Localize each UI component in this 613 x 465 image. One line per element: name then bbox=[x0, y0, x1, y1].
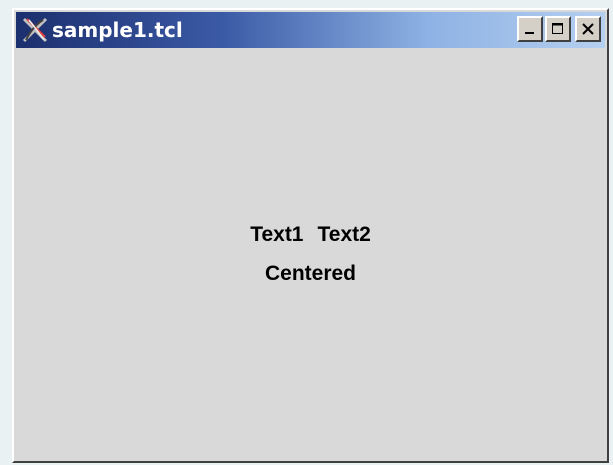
minimize-icon bbox=[525, 32, 534, 34]
app-window: sample1.tcl Text1 Text2 Centered bbox=[12, 8, 609, 463]
text1-label: Text1 bbox=[250, 223, 304, 246]
label-row-top: Text1 Text2 bbox=[16, 223, 605, 247]
centered-label: Centered bbox=[264, 262, 357, 285]
maximize-button[interactable] bbox=[545, 16, 571, 42]
text2-label: Text2 bbox=[317, 223, 371, 246]
window-controls bbox=[517, 16, 601, 42]
tk-feather-icon[interactable] bbox=[20, 15, 50, 45]
title-bar[interactable]: sample1.tcl bbox=[16, 12, 605, 48]
window-content: Text1 Text2 Centered bbox=[16, 50, 605, 459]
close-icon bbox=[582, 23, 594, 35]
label-row-bottom: Centered bbox=[16, 262, 605, 286]
window-title: sample1.tcl bbox=[52, 18, 183, 42]
maximize-icon bbox=[552, 23, 563, 34]
minimize-button[interactable] bbox=[517, 16, 543, 42]
close-button[interactable] bbox=[575, 16, 601, 42]
